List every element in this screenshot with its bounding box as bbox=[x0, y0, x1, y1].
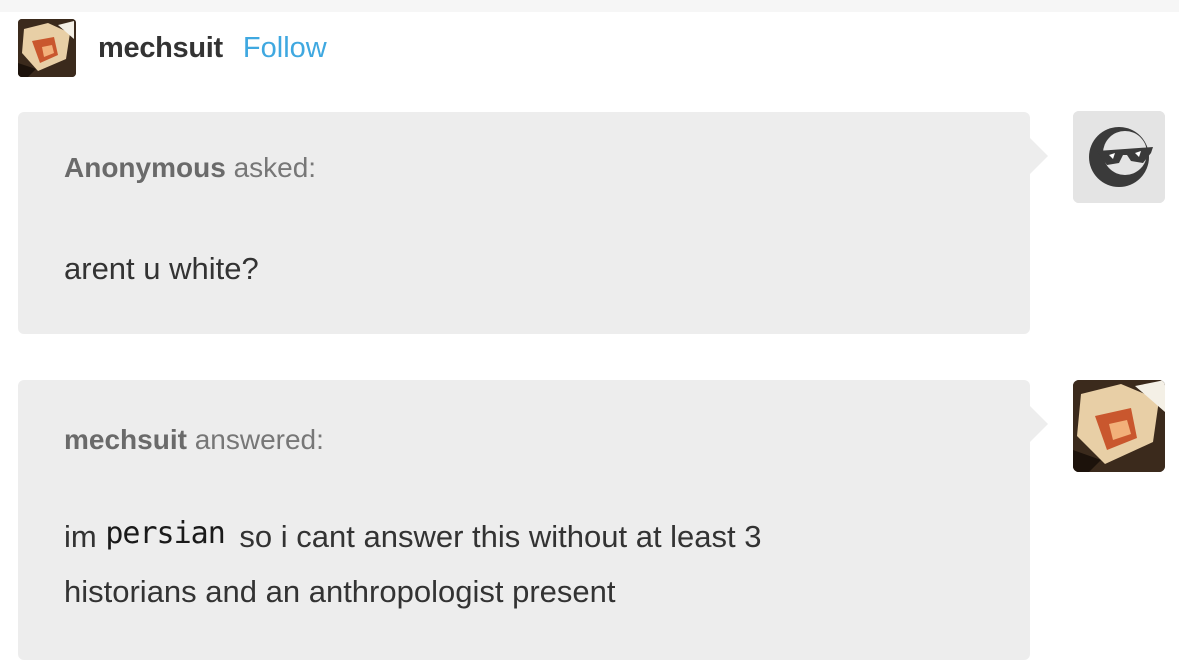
answer-bubble: mechsuit answered: im persian so i cant … bbox=[18, 380, 1048, 660]
username-link[interactable]: mechsuit bbox=[98, 32, 223, 65]
anonymous-avatar bbox=[1073, 111, 1165, 203]
answer-meta: mechsuit answered: bbox=[64, 424, 324, 456]
answer-text-before: im bbox=[64, 519, 97, 554]
ask-bubble: Anonymous asked: arent u white? bbox=[18, 112, 1048, 334]
anonymous-sunglasses-icon bbox=[1073, 111, 1165, 203]
answerer-avatar[interactable] bbox=[1073, 380, 1165, 472]
answer-text-line2: historians and an anthropologist present bbox=[64, 574, 616, 609]
answer-text: im persian so i cant answer this without… bbox=[64, 510, 964, 619]
user-avatar-icon bbox=[1073, 380, 1165, 472]
answer-text-after: so i cant answer this without at least 3 bbox=[239, 519, 762, 554]
follow-button[interactable]: Follow bbox=[243, 32, 327, 65]
answerer-name[interactable]: mechsuit bbox=[64, 424, 187, 455]
top-strip bbox=[0, 0, 1179, 12]
answered-label: answered: bbox=[194, 424, 324, 455]
asker-name: Anonymous bbox=[64, 152, 226, 183]
ask-question-text: arent u white? bbox=[64, 251, 259, 286]
blog-avatar[interactable] bbox=[18, 19, 76, 77]
post-header: mechsuit Follow bbox=[18, 18, 327, 78]
handwritten-word: persian bbox=[105, 516, 225, 551]
user-avatar-icon bbox=[18, 19, 76, 77]
ask-meta: Anonymous asked: bbox=[64, 152, 316, 184]
asked-label: asked: bbox=[233, 152, 317, 183]
